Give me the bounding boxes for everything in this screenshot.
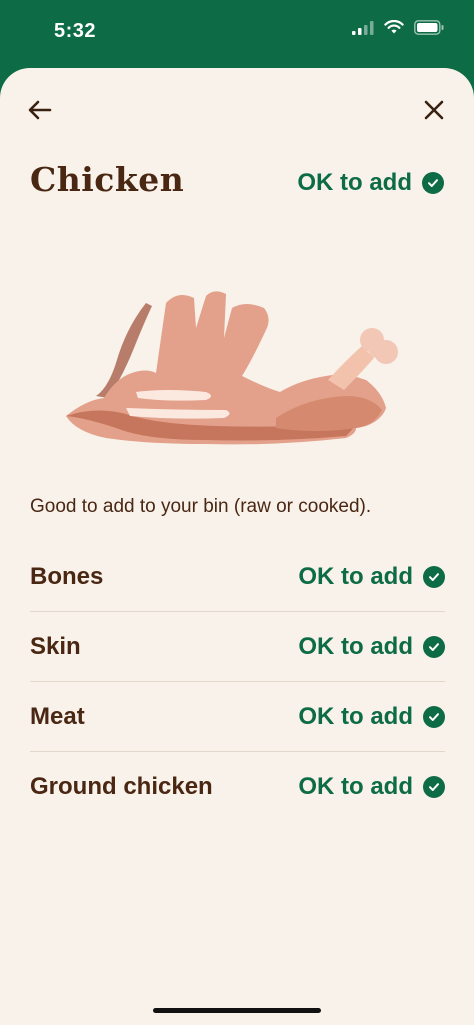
check-circle-icon (423, 635, 445, 658)
signal-icon (352, 20, 374, 40)
item-status: OK to add (298, 563, 445, 591)
chicken-illustration (66, 291, 398, 445)
item-status: OK to add (298, 773, 445, 801)
list-item: Meat OK to add (30, 682, 445, 752)
item-status: OK to add (298, 633, 445, 661)
wifi-icon (384, 19, 404, 40)
item-label: Meat (30, 702, 85, 730)
status-label: OK to add (298, 632, 413, 660)
item-description: Good to add to your bin (raw or cooked). (30, 496, 372, 517)
list-item: Skin OK to add (30, 612, 445, 682)
status-time: 5:32 (54, 20, 97, 42)
item-label: Skin (30, 632, 81, 660)
ok-status-badge: OK to add (297, 169, 444, 197)
close-icon[interactable] (420, 96, 448, 124)
status-label: OK to add (297, 169, 412, 196)
check-circle-icon (423, 776, 445, 798)
list-item: Bones OK to add (30, 542, 445, 612)
check-circle-icon (422, 172, 444, 194)
item-label: Bones (30, 562, 104, 590)
check-circle-icon (423, 705, 445, 728)
check-circle-icon (423, 565, 445, 588)
battery-icon (414, 20, 444, 40)
item-status: OK to add (298, 703, 445, 731)
status-label: OK to add (298, 702, 413, 730)
status-label: OK to add (298, 773, 413, 800)
status-icons (352, 19, 444, 40)
list-item: Ground chicken OK to add (30, 752, 445, 822)
page-title: Chicken (30, 160, 185, 199)
sub-items-list: Bones OK to add Skin OK to add Meat OK t… (30, 542, 445, 822)
home-indicator[interactable] (153, 1008, 321, 1013)
item-detail-sheet: Chicken OK to add Good to add to your bi… (0, 68, 474, 1025)
item-label: Ground chicken (30, 773, 213, 800)
arrow-left-icon[interactable] (26, 96, 54, 124)
status-label: OK to add (298, 562, 413, 590)
status-bar: 5:32 (0, 0, 474, 68)
